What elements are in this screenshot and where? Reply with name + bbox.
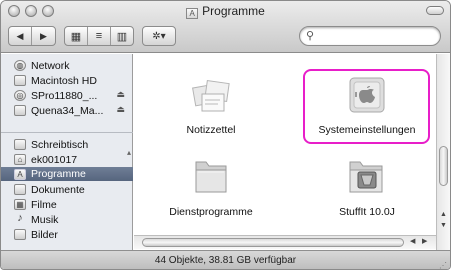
sidebar-resize-handle[interactable]: ▴ — [127, 148, 131, 157]
file-item-label: Notizzettel — [186, 124, 236, 136]
file-item-stuffit[interactable]: StuffIt 10.0J — [292, 154, 442, 224]
file-item-label: Systemeinstellungen — [318, 124, 416, 136]
stuffit-folder-icon — [349, 161, 383, 193]
disk-icon — [14, 105, 26, 116]
file-browser: Notizzettel Systemeinstellungen Dienstpr… — [134, 54, 436, 250]
sidebar: ◍ Network Macintosh HD ◎ SPro11880_... ⏏… — [1, 54, 133, 250]
sidebar-item-musik[interactable]: ♪ Musik — [1, 213, 133, 226]
scroll-left-arrow-icon[interactable]: ◀ — [410, 237, 415, 245]
search-field[interactable]: ⚲ — [299, 26, 441, 46]
sidebar-item-schreibtisch[interactable]: Schreibtisch — [1, 138, 133, 151]
system-preferences-icon — [349, 77, 385, 113]
sidebar-item-label: ek001017 — [31, 153, 78, 166]
home-icon: ⌂ — [14, 154, 26, 165]
scroll-up-arrow-icon[interactable]: ▲ — [438, 211, 449, 218]
sidebar-divider — [1, 132, 133, 133]
icon-view-button[interactable]: ▦ — [65, 27, 88, 45]
desktop-icon — [14, 139, 26, 150]
eject-icon[interactable]: ⏏ — [116, 104, 125, 115]
finder-window: A Programme ◀ ▶ ▦ ≡ ▥ ✲▾ ⚲ ◍ Network Maci… — [0, 0, 451, 270]
back-button[interactable]: ◀ — [9, 27, 32, 45]
sidebar-item-label: Programme — [31, 168, 86, 180]
file-item-notizzettel[interactable]: Notizzettel — [136, 72, 286, 142]
status-bar: 44 Objekte, 38.81 GB verfügbar ⋰ — [1, 250, 450, 269]
horizontal-scrollbar[interactable]: ◀ ▶ — [134, 235, 436, 249]
eject-icon[interactable]: ⏏ — [116, 89, 125, 100]
utilities-folder-icon — [195, 161, 227, 193]
resize-grip-icon[interactable]: ⋰ — [439, 256, 447, 269]
sidebar-item-label: Bilder — [31, 228, 58, 241]
sidebar-item-macintosh-hd[interactable]: Macintosh HD — [1, 74, 133, 87]
hard-drive-icon — [14, 75, 26, 86]
sidebar-item-spro11880[interactable]: ◎ SPro11880_... ⏏ — [1, 89, 133, 102]
scroll-right-arrow-icon[interactable]: ▶ — [422, 237, 427, 245]
pictures-icon — [14, 229, 26, 240]
column-view-icon: ▥ — [116, 30, 128, 43]
documents-icon — [14, 184, 26, 195]
sidebar-item-label: Dokumente — [31, 183, 85, 196]
music-icon: ♪ — [17, 212, 23, 224]
scroll-down-arrow-icon[interactable]: ▼ — [438, 222, 449, 229]
sidebar-item-label: SPro11880_... — [31, 89, 98, 102]
horizontal-scroll-thumb[interactable] — [142, 238, 404, 247]
sidebar-item-label: Filme — [31, 198, 57, 211]
forward-button[interactable]: ▶ — [32, 27, 55, 45]
vertical-scroll-thumb[interactable] — [439, 146, 448, 186]
sidebar-item-label: Musik — [31, 213, 59, 226]
sidebar-item-quena34[interactable]: Quena34_Ma... ⏏ — [1, 104, 133, 117]
cd-icon: ◎ — [14, 90, 26, 101]
sidebar-item-label: Quena34_Ma... — [31, 104, 104, 117]
file-item-label: Dienstprogramme — [169, 206, 253, 218]
file-item-systemeinstellungen[interactable]: Systemeinstellungen — [292, 72, 442, 142]
title-toolbar: A Programme ◀ ▶ ▦ ≡ ▥ ✲▾ ⚲ — [1, 1, 450, 53]
column-view-button[interactable]: ▥ — [111, 27, 133, 45]
list-view-button[interactable]: ≡ — [88, 27, 111, 45]
movies-icon: ▦ — [14, 199, 26, 210]
stickies-icon — [192, 79, 230, 112]
status-text: 44 Objekte, 38.81 GB verfügbar — [154, 255, 297, 266]
view-mode-control: ▦ ≡ ▥ — [64, 26, 134, 46]
icon-view-icon: ▦ — [70, 30, 82, 43]
sidebar-item-label: Macintosh HD — [31, 74, 97, 87]
back-arrow-icon: ◀ — [16, 30, 24, 41]
sidebar-item-home[interactable]: ⌂ ek001017 — [1, 153, 133, 166]
vertical-scrollbar[interactable]: ▲ ▼ — [436, 54, 450, 250]
network-icon: ◍ — [14, 60, 26, 71]
sidebar-item-label: Network — [31, 59, 70, 72]
back-forward-control: ◀ ▶ — [8, 26, 56, 46]
toolbar-toggle-button[interactable] — [426, 6, 444, 15]
sidebar-item-bilder[interactable]: Bilder — [1, 228, 133, 241]
list-view-icon: ≡ — [95, 30, 103, 42]
sidebar-item-filme[interactable]: ▦ Filme — [1, 198, 133, 211]
sidebar-item-network[interactable]: ◍ Network — [1, 59, 133, 72]
gear-icon: ✲▾ — [152, 30, 166, 42]
sidebar-item-label: Schreibtisch — [31, 138, 89, 151]
file-item-label: StuffIt 10.0J — [339, 206, 395, 218]
window-title-text: Programme — [202, 4, 265, 18]
file-item-dienstprogramme[interactable]: Dienstprogramme — [136, 154, 286, 224]
folder-app-icon: A — [186, 8, 199, 19]
sidebar-item-programme[interactable]: A Programme — [1, 167, 133, 181]
action-menu-button[interactable]: ✲▾ — [142, 26, 176, 46]
forward-arrow-icon: ▶ — [40, 30, 47, 41]
search-icon: ⚲ — [306, 30, 315, 42]
sidebar-item-dokumente[interactable]: Dokumente — [1, 183, 133, 196]
window-title: A Programme — [1, 4, 450, 19]
applications-icon: A — [14, 168, 26, 180]
